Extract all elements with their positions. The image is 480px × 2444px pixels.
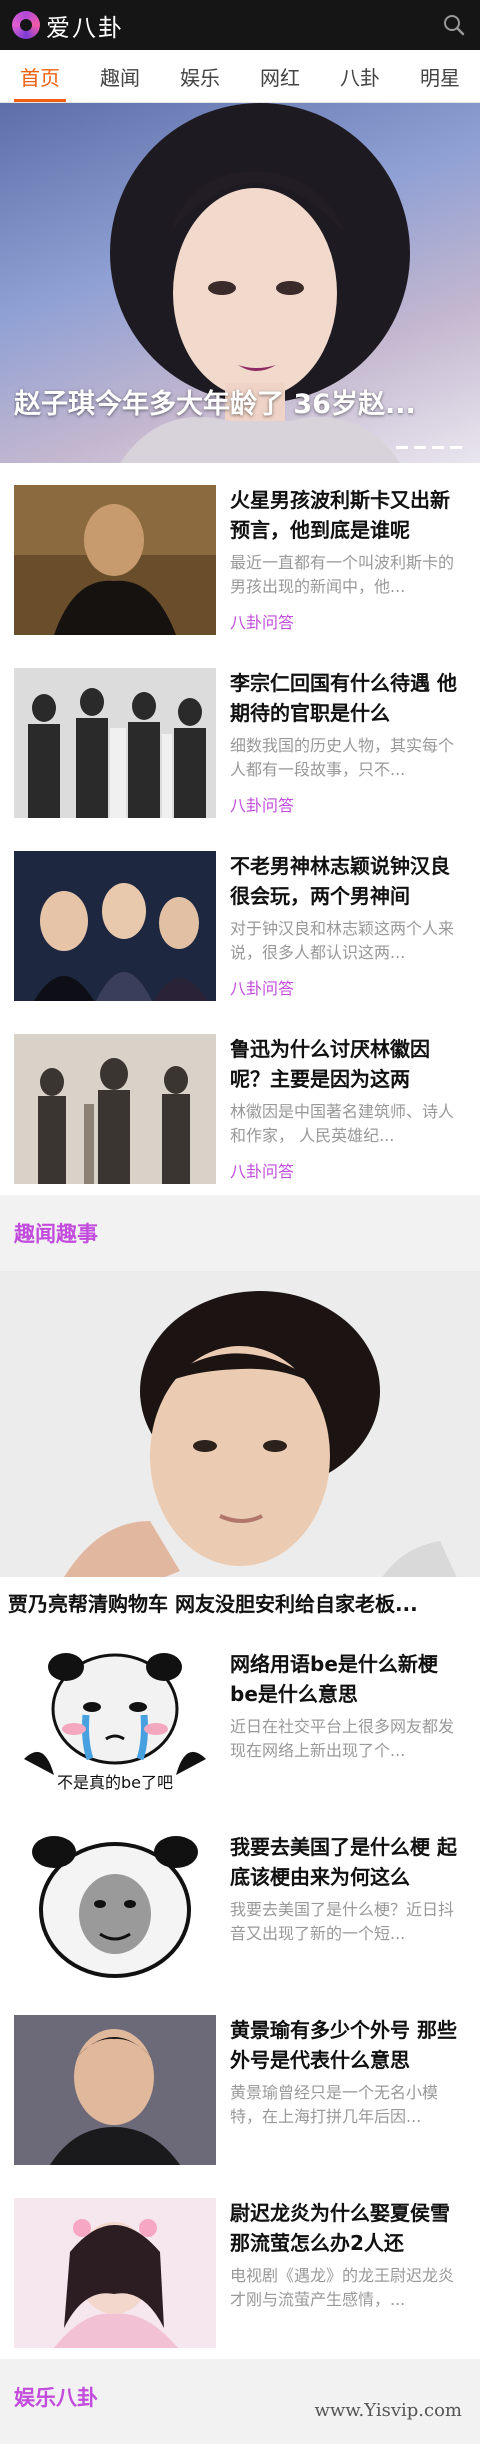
hero-slider[interactable]: 赵子琪今年多大年龄了 36岁赵... bbox=[0, 103, 480, 463]
tab-celebrities[interactable]: 明星 bbox=[400, 50, 480, 102]
search-icon[interactable] bbox=[442, 13, 466, 37]
article-tag[interactable]: 八卦问答 bbox=[230, 609, 464, 633]
article-tag[interactable]: 八卦问答 bbox=[230, 1158, 464, 1182]
list-item[interactable]: 李宗仁回国有什么待遇 他期待的官职是什么 细数我国的历史人物，其实每个人都有一段… bbox=[0, 646, 480, 829]
featured-caption[interactable]: 贾乃亮帮清购物车 网友没胆安利给自家老板... bbox=[0, 1577, 480, 1627]
article-summary: 电视剧《遇龙》的龙王尉迟龙炎才刚与流萤产生感情，... bbox=[230, 2266, 455, 2309]
watermark: www.Yisvip.com bbox=[314, 2400, 462, 2421]
article-tag[interactable]: 八卦问答 bbox=[230, 792, 464, 816]
list-item[interactable]: 我要去美国了是什么梗 起底该梗由来为何这么 我要去美国了是什么梗？近日抖音又出现… bbox=[0, 1810, 480, 1993]
article-summary: 林徽因是中国著名建筑师、诗人和作家， 人民英雄纪... bbox=[230, 1102, 455, 1145]
logo-icon bbox=[12, 11, 40, 39]
article-list: 火星男孩波利斯卡又出新预言，他到底是谁呢 最近一直都有一个叫波利斯卡的男孩出现的… bbox=[0, 463, 480, 1195]
article-tag[interactable]: 八卦问答 bbox=[230, 975, 464, 999]
article-thumbnail[interactable] bbox=[14, 851, 216, 1001]
list-item[interactable]: 鲁迅为什么讨厌林徽因呢？主要是因为这两 林徽因是中国著名建筑师、诗人和作家， 人… bbox=[0, 1012, 480, 1195]
article-thumbnail[interactable] bbox=[14, 1832, 216, 1982]
article-title[interactable]: 李宗仁回国有什么待遇 他期待的官职是什么 bbox=[230, 668, 464, 728]
logo-text: 爱八卦 bbox=[46, 13, 124, 42]
article-title[interactable]: 我要去美国了是什么梗 起底该梗由来为何这么 bbox=[230, 1832, 464, 1892]
article-summary: 细数我国的历史人物，其实每个人都有一段故事，只不... bbox=[230, 736, 455, 779]
top-bar: 爱八卦 bbox=[0, 0, 480, 50]
list-item[interactable]: 尉迟龙炎为什么娶夏侯雪 那流萤怎么办2人还 电视剧《遇龙》的龙王尉迟龙炎才刚与流… bbox=[0, 2176, 480, 2359]
article-thumbnail[interactable] bbox=[14, 668, 216, 818]
section-title-anecdotes[interactable]: 趣闻趣事 bbox=[0, 1195, 480, 1271]
tab-home[interactable]: 首页 bbox=[0, 50, 80, 102]
meme-caption: 不是真的be了吧 bbox=[56, 1773, 173, 1792]
article-title[interactable]: 网络用语be是什么新梗be是什么意思 bbox=[230, 1649, 464, 1709]
featured-article[interactable]: 贾乃亮帮清购物车 网友没胆安利给自家老板... bbox=[0, 1271, 480, 1627]
article-summary: 我要去美国了是什么梗？近日抖音又出现了新的一个短... bbox=[230, 1900, 455, 1943]
featured-image bbox=[0, 1271, 480, 1627]
list-item[interactable]: 黄景瑜有多少个外号 那些外号是代表什么意思 黄景瑜曾经只是一个无名小模特，在上海… bbox=[0, 1993, 480, 2176]
article-title[interactable]: 不老男神林志颖说钟汉良很会玩，两个男神间 bbox=[230, 851, 464, 911]
category-tabs: 首页 趣闻 娱乐 网红 八卦 明星 bbox=[0, 50, 480, 103]
list-item[interactable]: 不是真的be了吧 网络用语be是什么新梗be是什么意思 近日在社交平台上很多网友… bbox=[0, 1627, 480, 1810]
hero-title[interactable]: 赵子琪今年多大年龄了 36岁赵... bbox=[14, 382, 466, 421]
section-title-entertainment[interactable]: 娱乐八卦 bbox=[0, 2359, 480, 2435]
article-thumbnail[interactable] bbox=[14, 1034, 216, 1184]
slider-dot[interactable] bbox=[396, 446, 408, 449]
article-summary: 黄景瑜曾经只是一个无名小模特，在上海打拼几年后因... bbox=[230, 2083, 439, 2126]
tab-anecdotes[interactable]: 趣闻 bbox=[80, 50, 160, 102]
article-title[interactable]: 黄景瑜有多少个外号 那些外号是代表什么意思 bbox=[230, 2015, 464, 2075]
article-thumbnail[interactable] bbox=[14, 2198, 216, 2348]
article-summary: 对于钟汉良和林志颖这两个人来说，很多人都认识这两... bbox=[230, 919, 455, 962]
slider-indicators bbox=[396, 446, 462, 449]
article-summary: 最近一直都有一个叫波利斯卡的男孩出现的新闻中，他... bbox=[230, 553, 455, 596]
article-title[interactable]: 火星男孩波利斯卡又出新预言，他到底是谁呢 bbox=[230, 485, 464, 545]
article-thumbnail[interactable]: 不是真的be了吧 bbox=[14, 1649, 216, 1799]
slider-dot[interactable] bbox=[432, 446, 444, 449]
slider-dot[interactable] bbox=[414, 446, 426, 449]
article-thumbnail[interactable] bbox=[14, 485, 216, 635]
article-thumbnail[interactable] bbox=[14, 2015, 216, 2165]
article-title[interactable]: 鲁迅为什么讨厌林徽因呢？主要是因为这两 bbox=[230, 1034, 464, 1094]
tab-gossip[interactable]: 八卦 bbox=[320, 50, 400, 102]
tab-influencers[interactable]: 网红 bbox=[240, 50, 320, 102]
article-summary: 近日在社交平台上很多网友都发现在网络上新出现了个... bbox=[230, 1717, 455, 1760]
article-title[interactable]: 尉迟龙炎为什么娶夏侯雪 那流萤怎么办2人还 bbox=[230, 2198, 464, 2258]
article-list-2: 不是真的be了吧 网络用语be是什么新梗be是什么意思 近日在社交平台上很多网友… bbox=[0, 1627, 480, 2359]
slider-dot[interactable] bbox=[450, 446, 462, 449]
list-item[interactable]: 不老男神林志颖说钟汉良很会玩，两个男神间 对于钟汉良和林志颖这两个人来说，很多人… bbox=[0, 829, 480, 1012]
tab-entertainment[interactable]: 娱乐 bbox=[160, 50, 240, 102]
site-logo[interactable]: 爱八卦 bbox=[12, 8, 124, 43]
list-item[interactable]: 火星男孩波利斯卡又出新预言，他到底是谁呢 最近一直都有一个叫波利斯卡的男孩出现的… bbox=[0, 463, 480, 646]
